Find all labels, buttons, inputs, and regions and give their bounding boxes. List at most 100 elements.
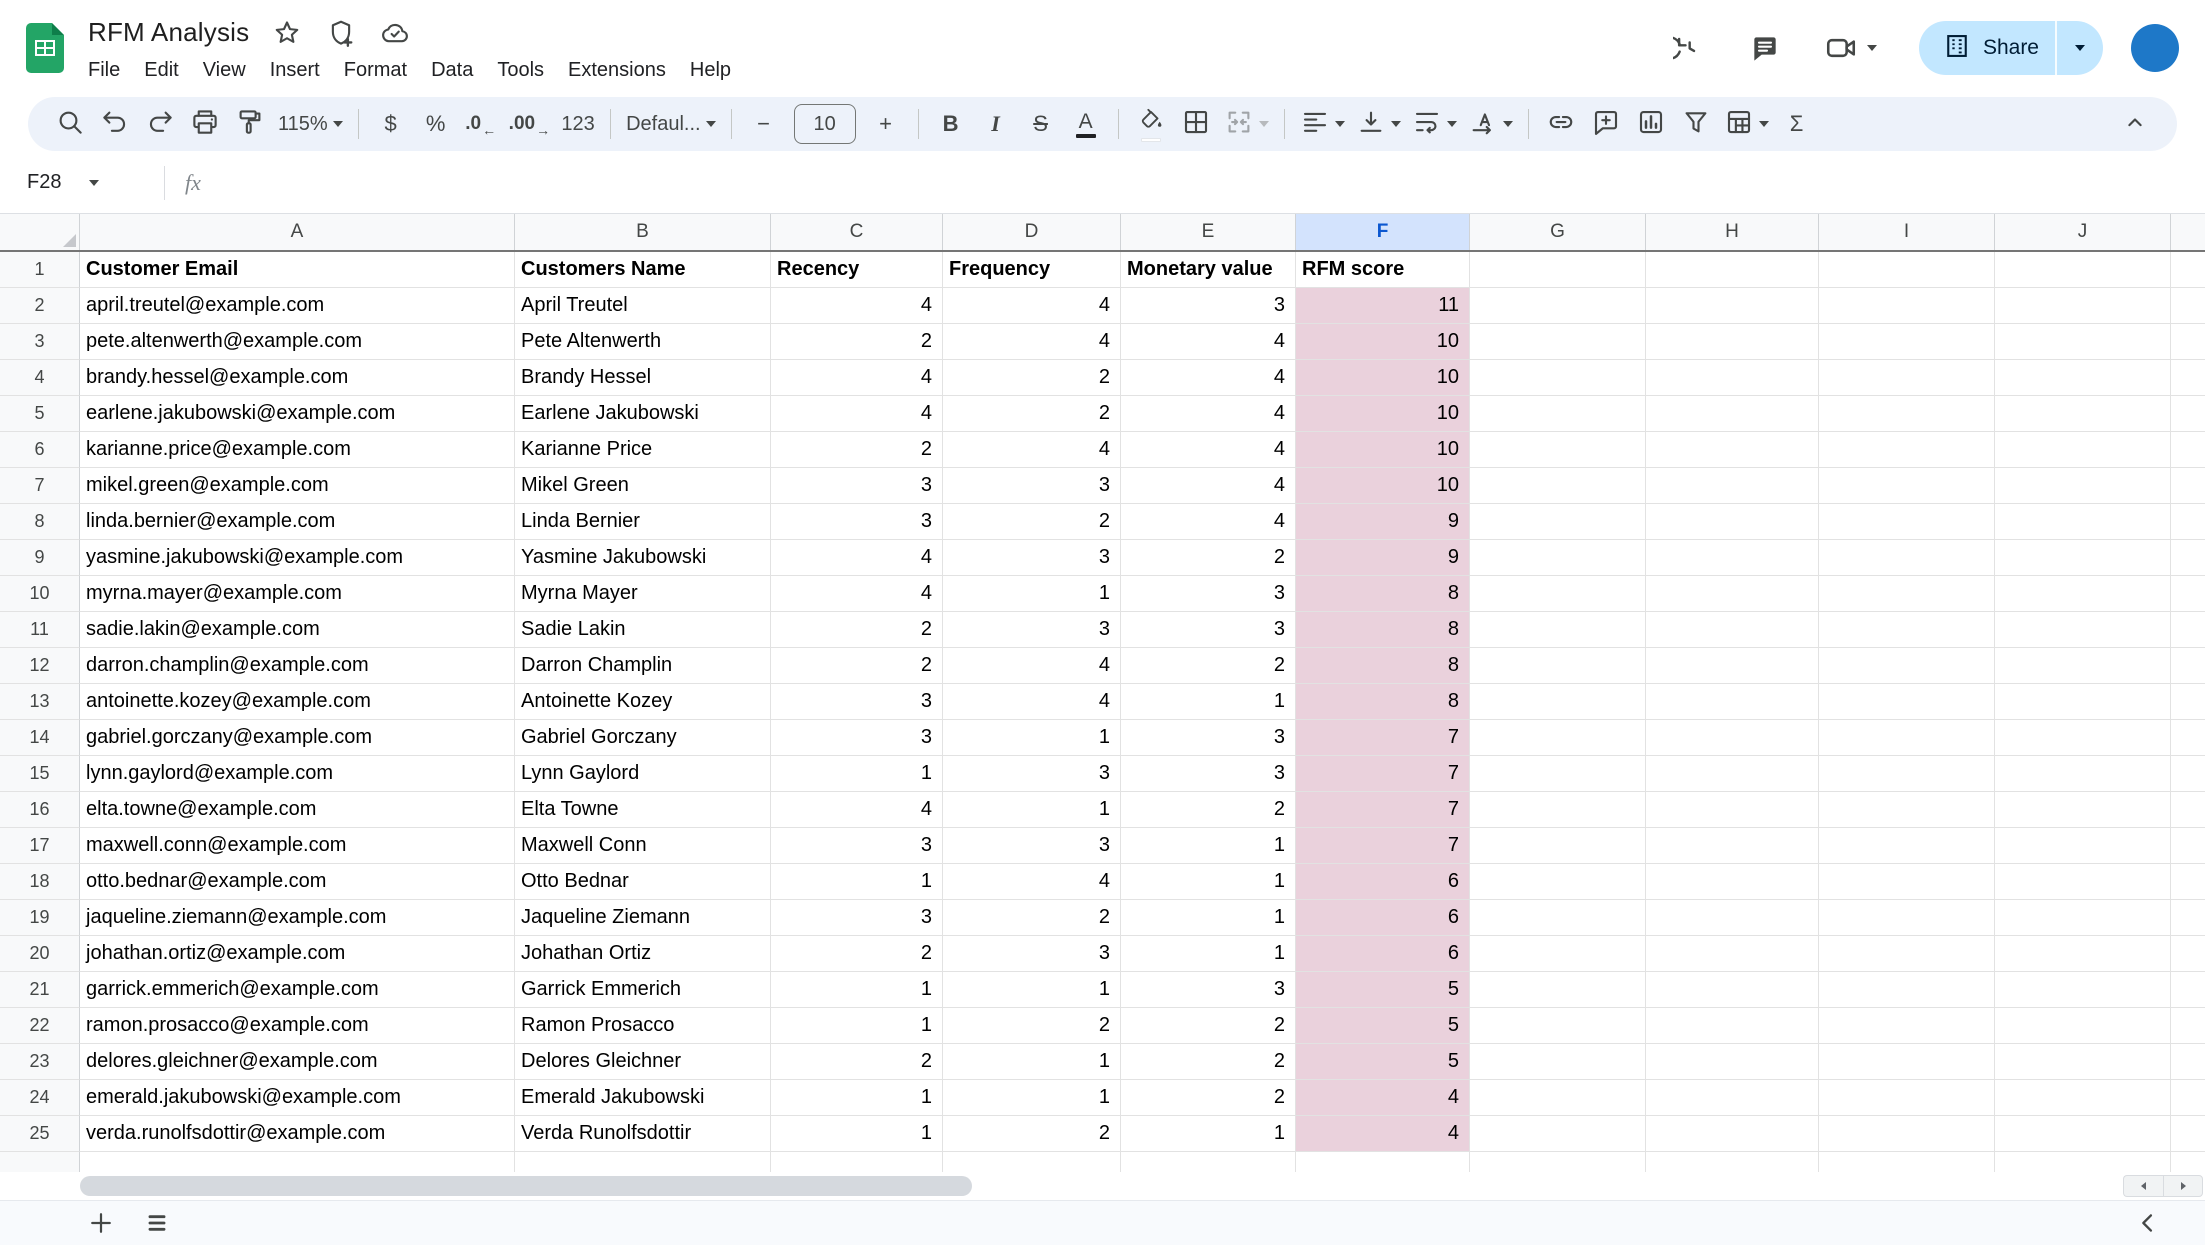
cell[interactable]: Brandy Hessel — [515, 360, 771, 396]
cell[interactable] — [1995, 576, 2171, 612]
cell[interactable] — [1819, 612, 1995, 648]
show-side-panel-chevron[interactable] — [2131, 1206, 2165, 1240]
cell[interactable] — [1819, 720, 1995, 756]
row-header[interactable]: 8 — [0, 504, 80, 540]
cell[interactable] — [1470, 360, 1646, 396]
cell[interactable]: Customer Email — [80, 252, 515, 288]
cell[interactable] — [1470, 972, 1646, 1008]
column-header-F[interactable]: F — [1296, 214, 1470, 250]
cell[interactable]: yasmine.jakubowski@example.com — [80, 540, 515, 576]
cell[interactable] — [1470, 504, 1646, 540]
cell[interactable]: garrick.emmerich@example.com — [80, 972, 515, 1008]
avatar[interactable] — [2131, 24, 2179, 72]
cell[interactable]: 3 — [1121, 576, 1296, 612]
cell[interactable]: otto.bednar@example.com — [80, 864, 515, 900]
cell[interactable] — [1995, 432, 2171, 468]
cell[interactable] — [1819, 288, 1995, 324]
cell[interactable]: 2 — [771, 612, 943, 648]
cell[interactable]: 1 — [1121, 1116, 1296, 1152]
cell[interactable]: 7 — [1296, 828, 1470, 864]
cell[interactable] — [1470, 828, 1646, 864]
cell[interactable] — [1646, 756, 1819, 792]
video-call-dropdown-caret[interactable] — [1867, 45, 1877, 51]
paint-format-icon[interactable] — [228, 103, 272, 145]
cell[interactable]: 4 — [943, 684, 1121, 720]
cell[interactable]: 8 — [1296, 576, 1470, 612]
cell[interactable] — [1995, 972, 2171, 1008]
cell[interactable] — [1995, 684, 2171, 720]
cell[interactable]: brandy.hessel@example.com — [80, 360, 515, 396]
scroll-left-button[interactable] — [2123, 1175, 2163, 1197]
font-family-button[interactable]: Defaul... — [621, 103, 720, 145]
cell[interactable] — [2171, 900, 2205, 936]
menu-extensions[interactable]: Extensions — [556, 56, 678, 85]
font-size-button[interactable]: 10 — [787, 103, 863, 145]
cell[interactable]: darron.champlin@example.com — [80, 648, 515, 684]
cell[interactable] — [2171, 648, 2205, 684]
cell[interactable]: 3 — [943, 936, 1121, 972]
cell[interactable] — [1995, 288, 2171, 324]
cell[interactable] — [1995, 252, 2171, 288]
cell[interactable]: verda.runolfsdottir@example.com — [80, 1116, 515, 1152]
cell[interactable]: Emerald Jakubowski — [515, 1080, 771, 1116]
row-header[interactable]: 24 — [0, 1080, 80, 1116]
cell[interactable] — [1819, 540, 1995, 576]
cell[interactable]: Ramon Prosacco — [515, 1008, 771, 1044]
cell[interactable]: 2 — [771, 432, 943, 468]
more-formats-button[interactable]: 123 — [556, 103, 600, 145]
cell[interactable]: 3 — [771, 504, 943, 540]
cell[interactable] — [1470, 1044, 1646, 1080]
cell[interactable]: Pete Altenwerth — [515, 324, 771, 360]
cell[interactable] — [1470, 252, 1646, 288]
cell[interactable] — [2171, 684, 2205, 720]
decrease-decimal-places-button[interactable]: .0← — [459, 103, 503, 145]
select-all-corner[interactable] — [0, 214, 80, 250]
cell[interactable] — [1819, 936, 1995, 972]
cell[interactable] — [1470, 936, 1646, 972]
cell[interactable] — [1646, 1152, 1819, 1172]
vertical-align-icon[interactable] — [1351, 103, 1406, 145]
cell[interactable] — [1646, 684, 1819, 720]
row-header[interactable]: 17 — [0, 828, 80, 864]
redo-icon[interactable] — [138, 103, 182, 145]
cell[interactable]: 4 — [943, 864, 1121, 900]
cell[interactable]: 2 — [771, 324, 943, 360]
horizontal-align-icon[interactable] — [1295, 103, 1350, 145]
cell[interactable] — [2171, 432, 2205, 468]
document-title[interactable]: RFM Analysis — [88, 17, 249, 48]
cell[interactable] — [1995, 1080, 2171, 1116]
add-sheet-button[interactable] — [84, 1206, 118, 1240]
cell[interactable] — [1819, 432, 1995, 468]
cell[interactable]: Mikel Green — [515, 468, 771, 504]
cell[interactable]: 2 — [1121, 1008, 1296, 1044]
cell[interactable]: 4 — [943, 648, 1121, 684]
cell[interactable] — [1646, 432, 1819, 468]
decrease-font-size-button[interactable]: − — [742, 103, 786, 145]
cell[interactable] — [2171, 468, 2205, 504]
row-header[interactable]: 18 — [0, 864, 80, 900]
cell[interactable]: 2 — [943, 1008, 1121, 1044]
cell[interactable]: johathan.ortiz@example.com — [80, 936, 515, 972]
cell[interactable] — [1470, 576, 1646, 612]
star-icon[interactable] — [271, 17, 303, 49]
cell[interactable] — [1646, 1080, 1819, 1116]
cell[interactable]: 1 — [943, 792, 1121, 828]
cell[interactable]: 5 — [1296, 972, 1470, 1008]
cell[interactable]: 10 — [1296, 468, 1470, 504]
filter-views-icon[interactable] — [1719, 103, 1774, 145]
cell[interactable]: 1 — [1121, 936, 1296, 972]
row-header[interactable]: 19 — [0, 900, 80, 936]
font-size-value[interactable]: 10 — [794, 104, 856, 144]
cell[interactable]: 2 — [943, 1116, 1121, 1152]
cell[interactable]: 7 — [1296, 792, 1470, 828]
cell[interactable]: 1 — [1121, 864, 1296, 900]
cell[interactable]: 4 — [1296, 1116, 1470, 1152]
cell[interactable]: 4 — [1296, 1080, 1470, 1116]
cell[interactable] — [1819, 828, 1995, 864]
cell[interactable] — [2171, 756, 2205, 792]
cell[interactable]: Recency — [771, 252, 943, 288]
row-header[interactable]: 2 — [0, 288, 80, 324]
column-header-H[interactable]: H — [1646, 214, 1819, 250]
increase-decimal-places-button[interactable]: .00→ — [504, 103, 555, 145]
cell[interactable]: Darron Champlin — [515, 648, 771, 684]
